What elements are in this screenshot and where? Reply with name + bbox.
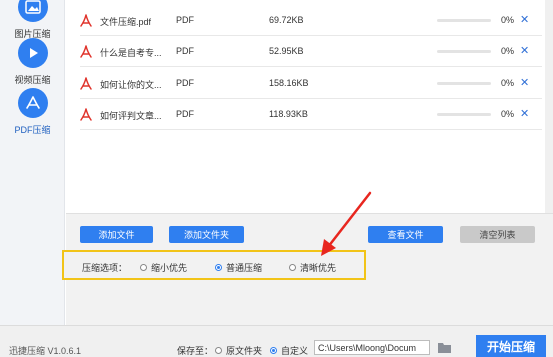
option-normal[interactable]: 普通压缩 [215,261,262,274]
progress-bar [437,113,491,116]
add-folder-button[interactable]: 添加文件夹 [169,226,244,243]
file-name: 文件压缩.pdf [100,17,152,27]
file-name: 什么是自考专... [100,48,162,58]
file-size: 118.93KB [269,109,308,119]
save-to-label: 保存至： [177,346,214,356]
compress-options-label: 压缩选项： [82,263,128,273]
list-scrollbar[interactable] [545,0,553,213]
file-type: PDF [176,109,194,119]
pdf-file-icon [80,108,92,121]
radio-button[interactable] [270,347,277,354]
file-name: 如何评判文章... [100,111,162,121]
remove-file-icon[interactable]: ✕ [520,107,529,120]
folder-icon[interactable] [437,341,452,354]
option-smaller-first[interactable]: 缩小优先 [140,261,187,274]
file-type: PDF [176,46,194,56]
progress-percent: 0% [501,46,515,56]
remove-file-icon[interactable]: ✕ [520,13,529,26]
compress-options-box: 压缩选项： 缩小优先 普通压缩 清晰优先 [62,250,366,280]
radio-button[interactable] [140,264,147,271]
file-type: PDF [176,78,194,88]
file-size: 52.95KB [269,46,304,56]
option-label: 清晰优先 [300,263,337,273]
view-files-button[interactable]: 查看文件 [368,226,443,243]
option-label: 原文件夹 [226,346,263,356]
start-compress-button[interactable]: 开始压缩 [476,335,546,357]
pdf-file-icon [80,14,92,27]
remove-file-icon[interactable]: ✕ [520,44,529,57]
video-icon [17,38,48,68]
file-row[interactable]: 什么是自考专... PDF 52.95KB 0% ✕ [80,36,542,67]
progress-bar [437,19,491,22]
progress-percent: 0% [501,109,515,119]
radio-button[interactable] [215,264,222,271]
radio-button[interactable] [289,264,296,271]
progress-percent: 0% [501,78,515,88]
option-clarity-first[interactable]: 清晰优先 [289,261,336,274]
status-bar: 迅捷压缩 V1.0.6.1 保存至： 原文件夹 自定义 开始压缩 [0,325,553,357]
option-label: 自定义 [281,346,309,356]
file-row[interactable]: 如何评判文章... PDF 118.93KB 0% ✕ [80,99,542,130]
sidebar-item-pdf-compress[interactable]: PDF压缩 [0,80,65,142]
progress-bar [437,50,491,53]
file-row[interactable]: 如何让你的文... PDF 158.16KB 0% ✕ [80,68,542,99]
save-original-folder-option[interactable]: 原文件夹 [215,344,262,357]
clear-list-button[interactable]: 清空列表 [460,226,535,243]
add-file-button[interactable]: 添加文件 [80,226,153,243]
file-name: 如何让你的文... [100,80,162,90]
pdf-file-icon [80,45,92,58]
remove-file-icon[interactable]: ✕ [520,76,529,89]
radio-button[interactable] [215,347,222,354]
save-custom-option[interactable]: 自定义 [270,344,308,357]
pdf-icon [17,88,48,118]
save-path-input[interactable] [314,340,430,355]
progress-percent: 0% [501,15,515,25]
pdf-file-icon [80,77,92,90]
sidebar: 图片压缩 视频压缩 PDF压缩 [0,0,65,325]
file-row[interactable]: 文件压缩.pdf PDF 69.72KB 0% ✕ [80,5,542,36]
file-size: 69.72KB [269,15,304,25]
option-label: 缩小优先 [151,263,188,273]
app-version: 迅捷压缩 V1.0.6.1 [9,346,82,356]
file-list: 文件压缩.pdf PDF 69.72KB 0% ✕ 什么是自考专... PDF … [66,0,546,213]
file-type: PDF [176,15,194,25]
image-icon [17,0,48,22]
progress-bar [437,82,491,85]
sidebar-item-label: PDF压缩 [14,125,51,135]
file-size: 158.16KB [269,78,309,88]
option-label: 普通压缩 [226,263,263,273]
